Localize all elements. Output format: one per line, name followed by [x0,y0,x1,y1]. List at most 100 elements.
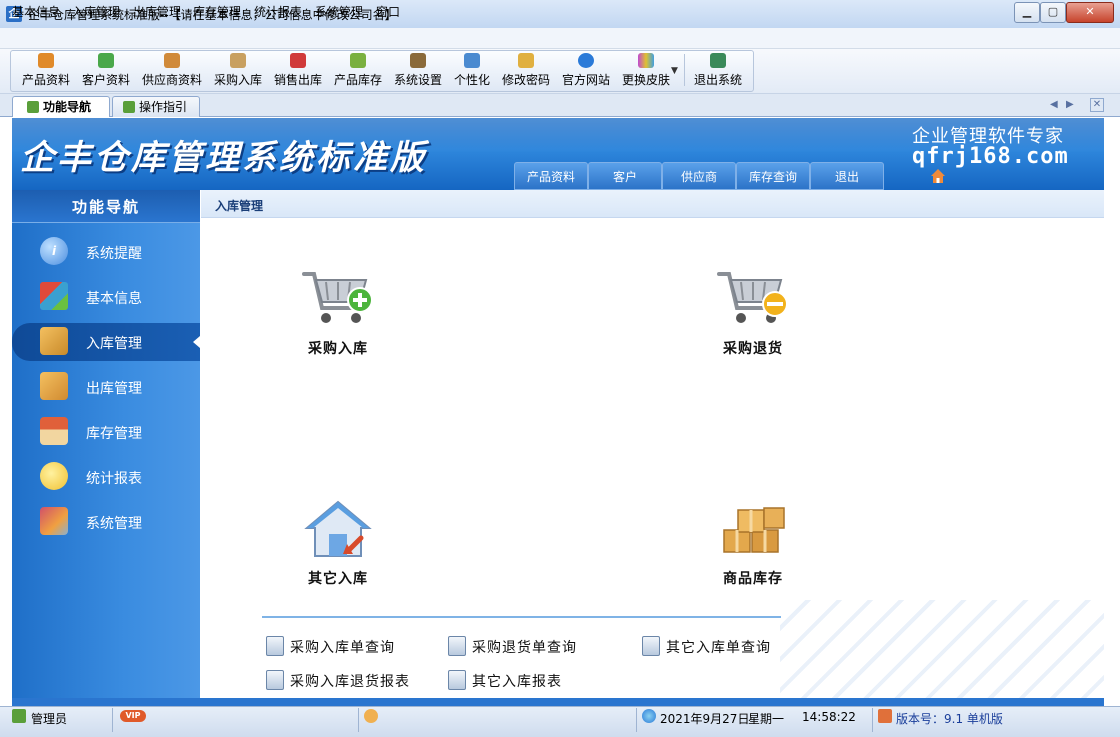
toolbar-label: 采购入库 [213,73,262,87]
menu-stock-out[interactable]: 出库管理 [133,3,181,20]
sidebar-title: 功能导航 [71,198,140,216]
cart-remove-icon [717,272,788,323]
banner-nav-exit[interactable]: 退出 [810,162,884,190]
settings-icon [410,53,426,68]
password-icon [518,53,534,68]
banner-nav-customers[interactable]: 客户 [588,162,662,190]
banner-nav-suppliers[interactable]: 供应商 [662,162,736,190]
tab-next-icon[interactable]: ▶ [1066,99,1074,110]
toolbar-inventory-button[interactable]: 产品库存 [330,52,386,88]
document-icon [266,636,284,656]
sidebar-item-system-admin[interactable]: 系统管理 [12,503,200,541]
house-in-icon [304,500,372,557]
toolbar-customer-button[interactable]: 客户资料 [78,52,134,88]
menu-bar [0,28,1120,49]
banner-nav-inventory-query[interactable]: 库存查询 [736,162,810,190]
module-purchase-return[interactable]: 采购退货 [688,268,818,368]
sidebar-item-stock-in[interactable]: 入库管理 [12,323,200,361]
maximize-button[interactable]: ▢ [1040,2,1066,23]
toolbar-product-button[interactable]: 产品资料 [18,52,74,88]
cart-add-icon [302,272,373,323]
toolbar-label: 销售出库 [273,73,322,87]
ie-icon [578,53,594,68]
tab-function-nav[interactable]: 功能导航 [12,96,110,117]
toolbar-settings-button[interactable]: 系统设置 [390,52,446,88]
menu-window[interactable]: 窗口 [376,3,400,20]
minimize-button[interactable]: ▁ [1014,2,1040,23]
toolbar-sales-button[interactable]: 销售出库 [270,52,326,88]
sidebar-item-label: 统计报表 [86,471,142,487]
sidebar-item-reports[interactable]: 统计报表 [12,458,200,496]
skin-dropdown-arrow-icon[interactable]: ▼ [671,66,678,76]
toolbar-skin-button[interactable]: 更换皮肤 [618,52,674,88]
toolbar-label: 更换皮肤 [621,73,670,87]
tab-guide-icon [123,101,135,113]
module-label: 采购退货 [723,341,783,357]
home-icon[interactable] [930,168,946,184]
link-label: 其它入库报表 [472,674,562,690]
exit-icon [710,53,726,68]
toolbar-label: 客户资料 [81,73,130,87]
tab-prev-icon[interactable]: ◀ [1050,99,1058,110]
product-icon [38,53,54,68]
sales-icon [290,53,306,68]
toolbar-password-button[interactable]: 修改密码 [498,52,554,88]
toolbar-personalize-button[interactable]: 个性化 [450,52,494,88]
toolbar-website-button[interactable]: 官方网站 [558,52,614,88]
menu-reports[interactable]: 统计报表 [254,3,302,20]
link-label: 采购入库退货报表 [290,674,410,690]
report-icon [266,670,284,690]
link-other-in-report[interactable]: 其它入库报表 [448,670,562,691]
supplier-icon [164,53,180,68]
sidebar-item-label: 库存管理 [86,426,142,442]
info-icon: i [40,237,68,265]
sidebar-item-inventory[interactable]: 库存管理 [12,413,200,451]
skin-icon [638,53,654,68]
tab-close-icon[interactable]: ✕ [1090,98,1104,112]
module-goods-inventory[interactable]: 商品库存 [688,498,818,598]
tab-nav-icon [27,101,39,113]
toolbar-purchase-button[interactable]: 采购入库 [210,52,266,88]
tab-operation-guide[interactable]: 操作指引 [112,96,200,117]
menu-inventory[interactable]: 库存管理 [193,3,241,20]
content-divider [262,616,781,618]
link-purchase-return-query[interactable]: 采购退货单查询 [448,636,577,657]
tools-icon [40,507,68,535]
status-version: 版本号：9.1 单机版 [896,712,1003,726]
warehouse-house-icon [40,417,68,445]
menu-stock-in[interactable]: 入库管理 [72,3,120,20]
document-icon [448,636,466,656]
active-item-pointer [193,336,200,348]
vip-badge: VIP [120,710,146,722]
version-house-icon [878,709,892,723]
toolbar-label: 产品库存 [333,73,382,87]
breadcrumb: 入库管理 [215,199,264,213]
assistant-avatar-icon[interactable] [364,709,378,723]
link-other-in-query[interactable]: 其它入库单查询 [642,636,771,657]
toolbar-supplier-button[interactable]: 供应商资料 [138,52,206,88]
globe-icon [642,709,656,723]
toolbar-exit-button[interactable]: 退出系统 [690,52,746,88]
sidebar-item-system-reminder[interactable]: i 系统提醒 [12,233,200,271]
status-user: 管理员 [31,712,68,726]
link-purchase-in-return-report[interactable]: 采购入库退货报表 [266,670,410,691]
module-other-in[interactable]: 其它入库 [273,498,403,598]
menu-system[interactable]: 系统管理 [315,3,363,20]
stock-out-box-icon [40,372,68,400]
status-separator [112,708,113,732]
report-icon [448,670,466,690]
module-purchase-in[interactable]: 采购入库 [273,268,403,368]
sidebar-item-stock-out[interactable]: 出库管理 [12,368,200,406]
banner-nav-products[interactable]: 产品资料 [514,162,588,190]
link-label: 采购退货单查询 [472,640,577,656]
menu-basic-info[interactable]: 基本信息 [12,3,60,20]
sidebar-item-label: 基本信息 [86,291,142,307]
sidebar-item-label: 出库管理 [86,381,142,397]
tab-label: 操作指引 [139,100,188,114]
banner-website[interactable]: qfrj168.com [912,144,1069,169]
toolbar-label: 修改密码 [501,73,550,87]
close-button[interactable]: ✕ [1066,2,1114,23]
link-purchase-in-query[interactable]: 采购入库单查询 [266,636,395,657]
sidebar-item-basic-info[interactable]: 基本信息 [12,278,200,316]
document-icon [642,636,660,656]
